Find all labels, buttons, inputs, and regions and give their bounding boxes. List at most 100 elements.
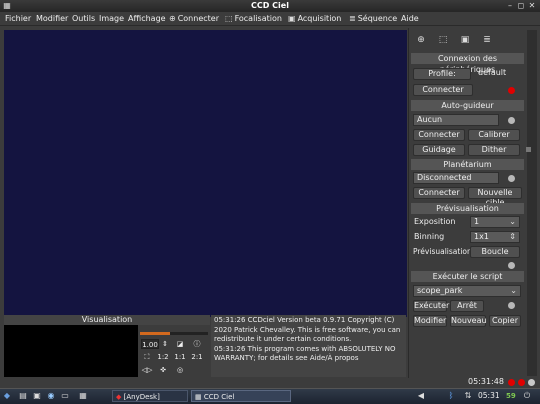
camera-icon: ▣	[288, 14, 296, 23]
script-section-title: Exécuter le script	[411, 271, 524, 282]
planetarium-status-led	[508, 175, 515, 182]
menu-outils[interactable]: Outils	[72, 12, 95, 26]
devices-status-led	[508, 87, 515, 94]
network-icon[interactable]: ⇅	[462, 390, 474, 402]
preview-status-led	[508, 262, 515, 269]
power-icon[interactable]: ⏻	[521, 390, 533, 402]
image-display[interactable]	[4, 30, 407, 317]
menu-acquisition[interactable]: ▣ Acquisition	[288, 12, 341, 26]
menu-image[interactable]: Image	[99, 12, 124, 26]
files-icon[interactable]: ▤	[18, 390, 28, 402]
log-line: 2020 Patrick Chevalley. This is free sof…	[214, 325, 401, 334]
menu-modifier[interactable]: Modifier	[36, 12, 68, 26]
stop-script-button[interactable]: Arrêt	[450, 300, 484, 312]
loop-button[interactable]: Boucle	[470, 246, 520, 258]
exposure-label: Exposition	[414, 217, 456, 226]
close-icon[interactable]: ✕	[528, 2, 536, 10]
autoguider-section-title: Auto-guideur	[411, 100, 524, 111]
menu-fichier[interactable]: Fichier	[5, 12, 31, 26]
guide-indicator-icon	[526, 147, 531, 152]
planetarium-status: Disconnected	[413, 172, 499, 184]
edit-script-button[interactable]: Modifier	[413, 315, 447, 327]
script-select[interactable]: scope_park ⌄	[413, 285, 521, 297]
autoguider-name: Aucun	[413, 114, 499, 126]
binning-label: Binning	[414, 232, 445, 241]
folder-icon[interactable]: ▭	[60, 390, 70, 402]
flip-vertical-icon[interactable]: ✜	[157, 365, 169, 375]
app-icon[interactable]: ▦	[3, 2, 11, 10]
zoom-2-1-button[interactable]: 2:1	[190, 352, 204, 362]
target-icon[interactable]: ◎	[174, 365, 186, 375]
exposure-select[interactable]: 1 ⌄	[470, 216, 520, 228]
script-status-led	[508, 302, 515, 309]
new-target-button[interactable]: Nouvelle cible	[468, 187, 522, 207]
invert-icon[interactable]: ◪	[174, 339, 186, 349]
start-menu-icon[interactable]: ◆	[2, 390, 12, 402]
battery-level: 59	[506, 392, 516, 400]
menu-focalisation[interactable]: ⬚ Focalisation	[225, 12, 282, 26]
title-bar: ▦ CCD Ciel – ◻ ✕	[0, 0, 540, 12]
ccdciel-icon: ▦	[195, 393, 204, 401]
app-launcher-icon[interactable]: ▦	[78, 390, 88, 402]
anydesk-icon: ◆	[116, 393, 124, 401]
status-time: 05:31:48	[468, 377, 504, 386]
log-line: WARRANTY; for details see Aide/À propos	[214, 354, 359, 363]
autoguider-connect-button[interactable]: Connecter	[413, 129, 465, 141]
right-panel-scrollbar[interactable]	[527, 30, 537, 376]
tab-camera-icon[interactable]: ▣	[458, 33, 472, 47]
autoguider-status-led	[508, 117, 515, 124]
info-icon[interactable]: ⓘ	[191, 339, 203, 349]
status-led-2	[518, 379, 525, 386]
chevron-down-icon: ⌄	[509, 217, 516, 226]
histogram-preview[interactable]	[4, 325, 138, 377]
status-bar	[0, 378, 540, 388]
preview-label[interactable]: Prévisualisation	[413, 246, 472, 258]
tab-connect-icon[interactable]: ⊕	[414, 33, 428, 47]
profile-button[interactable]: Profile:	[413, 68, 471, 80]
menu-aide[interactable]: Aide	[401, 12, 419, 26]
bluetooth-icon[interactable]: ᛒ	[446, 390, 456, 402]
run-script-button[interactable]: Exécuter	[413, 300, 449, 312]
calibrate-button[interactable]: Calibrer	[468, 129, 520, 141]
log-line: redistribute it under certain conditions…	[214, 335, 352, 344]
focus-icon: ⬚	[225, 14, 233, 23]
status-led-3	[528, 379, 535, 386]
status-led-1	[508, 379, 515, 386]
minimize-icon[interactable]: –	[506, 2, 514, 10]
binning-select[interactable]: 1x1 ⇕	[470, 231, 520, 243]
menu-affichage[interactable]: Affichage	[128, 12, 166, 26]
planetarium-section-title: Planétarium	[411, 159, 524, 170]
chevron-down-icon: ⌄	[510, 286, 517, 295]
sequence-icon: ≣	[349, 14, 356, 23]
copy-script-button[interactable]: Copier	[489, 315, 521, 327]
browser-icon[interactable]: ◉	[46, 390, 56, 402]
profile-value: default	[478, 68, 507, 77]
task-ccdciel[interactable]: ▦ CCD Ciel	[191, 390, 291, 402]
contrast-slider-fill	[140, 332, 170, 335]
speaker-icon[interactable]: ◀	[416, 390, 426, 402]
planetarium-connect-button[interactable]: Connecter	[413, 187, 465, 199]
zoom-1-1-button[interactable]: 1:1	[173, 352, 187, 362]
window-title: CCD Ciel	[251, 1, 289, 10]
devices-connect-button[interactable]: Connecter	[413, 84, 473, 96]
maximize-icon[interactable]: ◻	[517, 2, 525, 10]
new-script-button[interactable]: Nouveau	[450, 315, 487, 327]
devices-section-title: Connexion des périphériques	[411, 53, 524, 74]
task-anydesk[interactable]: ◆ [AnyDesk]	[112, 390, 188, 402]
menu-connecter[interactable]: ⊕ Connecter	[169, 12, 219, 26]
message-log: 05:31:26 CCDciel Version beta 0.9.71 Cop…	[211, 315, 406, 377]
tab-sequence-icon[interactable]: ≣	[480, 33, 494, 47]
guide-button[interactable]: Guidage	[413, 144, 465, 156]
zoom-spinner-icon[interactable]: ⇕	[161, 339, 169, 349]
menu-sequence[interactable]: ≣ Séquence	[349, 12, 397, 26]
zoom-value[interactable]: 1.00	[141, 339, 159, 349]
terminal-icon[interactable]: ▣	[32, 390, 42, 402]
zoom-1-2-button[interactable]: 1:2	[156, 352, 170, 362]
flip-horizontal-icon[interactable]: ◁▷	[141, 365, 153, 375]
zoom-fit-icon[interactable]: ⛶	[141, 352, 153, 362]
menu-bar: Fichier Modifier Outils Image Affichage …	[0, 12, 540, 26]
dither-button[interactable]: Dither	[468, 144, 520, 156]
log-line: 05:31:26 CCDciel Version beta 0.9.71 Cop…	[214, 316, 395, 324]
crosshair-icon: ⊕	[169, 14, 176, 23]
tab-focus-icon[interactable]: ⬚	[436, 33, 450, 47]
